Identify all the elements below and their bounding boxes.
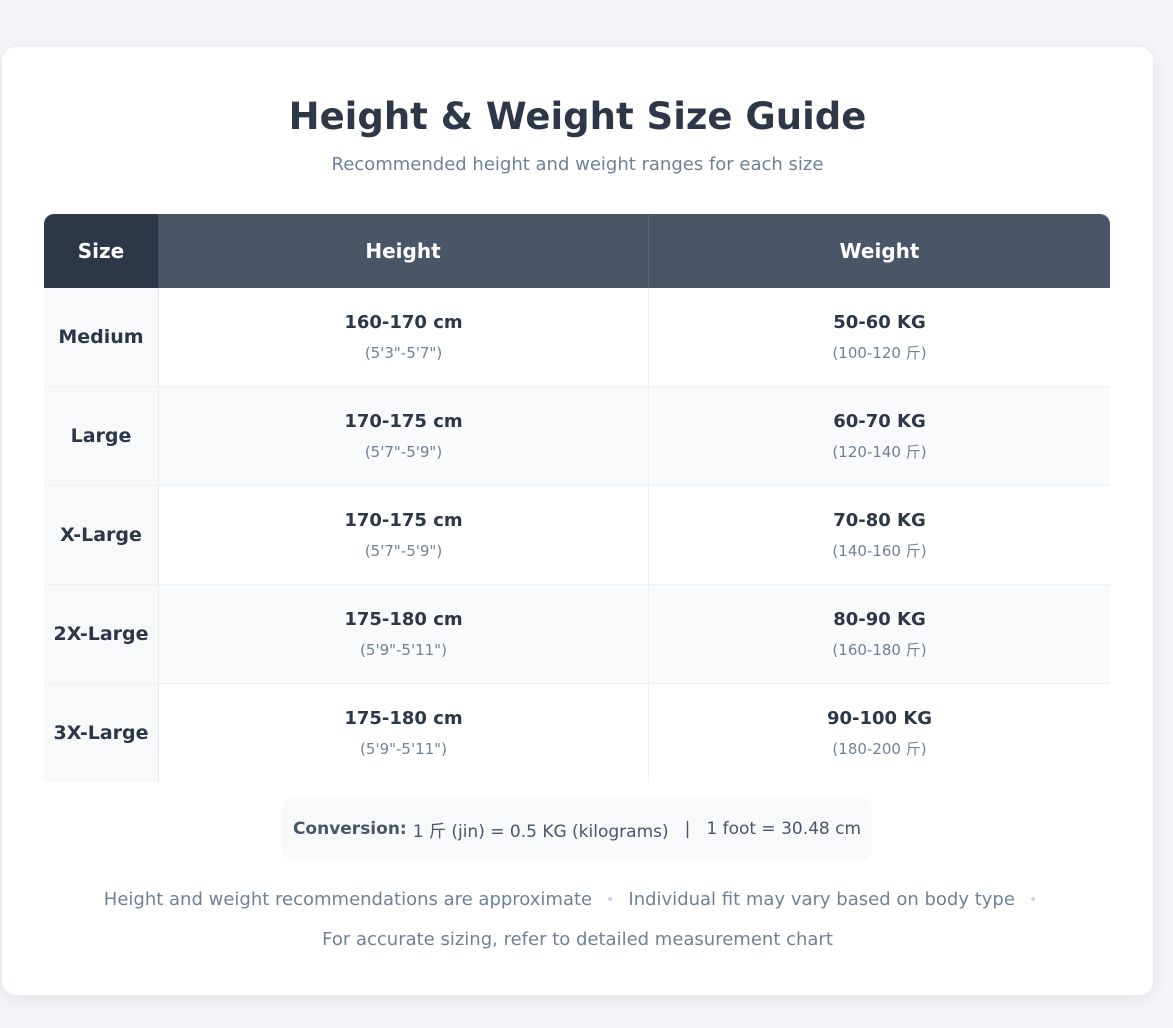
weight-jin: (140-160 斤) [832, 542, 927, 560]
table-header: Size Height Weight [44, 214, 1110, 288]
weight-jin: (180-200 斤) [832, 740, 927, 758]
weight-jin: (100-120 斤) [832, 344, 927, 362]
weight-cell: 70-80 KG (140-160 斤) [649, 486, 1110, 584]
height-ft: (5'7"-5'9") [364, 542, 443, 560]
weight-kg: 60-70 KG [833, 411, 926, 432]
footnotes: Height and weight recommendations are ap… [2, 887, 1153, 953]
header-size: Size [44, 214, 158, 288]
height-cm: 175-180 cm [344, 609, 463, 630]
conversion-foot: 1 foot = 30.48 cm [706, 819, 862, 839]
bullet-separator: • [1028, 892, 1038, 908]
weight-kg: 70-80 KG [833, 510, 926, 531]
note-accurate-sizing: For accurate sizing, refer to detailed m… [322, 929, 833, 950]
height-cell: 175-180 cm (5'9"-5'11") [159, 585, 649, 683]
table-row: 2X-Large 175-180 cm (5'9"-5'11") 80-90 K… [44, 585, 1110, 684]
page-title: Height & Weight Size Guide [288, 95, 867, 138]
weight-cell: 80-90 KG (160-180 斤) [649, 585, 1110, 683]
weight-cell: 90-100 KG (180-200 斤) [649, 684, 1110, 782]
size-guide-card: Height & Weight Size Guide Recommended h… [2, 47, 1153, 995]
height-ft: (5'7"-5'9") [364, 443, 443, 461]
height-ft: (5'9"-5'11") [360, 740, 447, 758]
weight-jin: (120-140 斤) [832, 443, 927, 461]
conversion-label: Conversion: [292, 819, 407, 839]
height-cm: 160-170 cm [344, 312, 463, 333]
height-ft: (5'3"-5'7") [364, 344, 443, 362]
note-fit: Individual fit may vary based on body ty… [628, 889, 1015, 910]
weight-kg: 80-90 KG [833, 609, 926, 630]
bullet-separator: • [606, 892, 615, 908]
weight-kg: 90-100 KG [826, 708, 933, 729]
size-cell: 3X-Large [44, 684, 159, 782]
height-cell: 170-175 cm (5'7"-5'9") [159, 486, 649, 584]
footnotes-line: Height and weight recommendations are ap… [2, 887, 1153, 913]
table-row: Medium 160-170 cm (5'3"-5'7") 50-60 KG (… [44, 288, 1110, 387]
table-row: 3X-Large 175-180 cm (5'9"-5'11") 90-100 … [44, 684, 1110, 782]
weight-kg: 50-60 KG [833, 312, 926, 333]
height-cm: 170-175 cm [344, 411, 463, 432]
size-cell: X-Large [44, 486, 159, 584]
size-cell: 2X-Large [44, 585, 159, 683]
header-height: Height [158, 214, 649, 288]
table-row: Large 170-175 cm (5'7"-5'9") 60-70 KG (1… [44, 387, 1110, 486]
height-cm: 175-180 cm [344, 708, 463, 729]
conversion-note: Conversion: 1 斤 (jin) = 0.5 KG (kilogram… [282, 799, 872, 859]
header-weight: Weight [649, 214, 1110, 288]
height-ft: (5'9"-5'11") [360, 641, 447, 659]
height-cell: 170-175 cm (5'7"-5'9") [159, 387, 649, 485]
conversion-jin: 1 斤 (jin) = 0.5 KG (kilograms) [412, 821, 669, 842]
table-row: X-Large 170-175 cm (5'7"-5'9") 70-80 KG … [44, 486, 1110, 585]
height-cm: 170-175 cm [344, 510, 463, 531]
note-approximate: Height and weight recommendations are ap… [103, 889, 593, 910]
weight-cell: 50-60 KG (100-120 斤) [649, 288, 1110, 386]
height-cell: 160-170 cm (5'3"-5'7") [159, 288, 649, 386]
size-cell: Large [44, 387, 159, 485]
size-table: Size Height Weight Medium 160-170 cm (5'… [44, 214, 1110, 782]
page-subtitle: Recommended height and weight ranges for… [331, 154, 824, 175]
size-cell: Medium [44, 288, 159, 386]
weight-cell: 60-70 KG (120-140 斤) [649, 387, 1110, 485]
weight-jin: (160-180 斤) [832, 641, 927, 659]
conversion-separator: | [684, 819, 691, 839]
height-cell: 175-180 cm (5'9"-5'11") [159, 684, 649, 782]
